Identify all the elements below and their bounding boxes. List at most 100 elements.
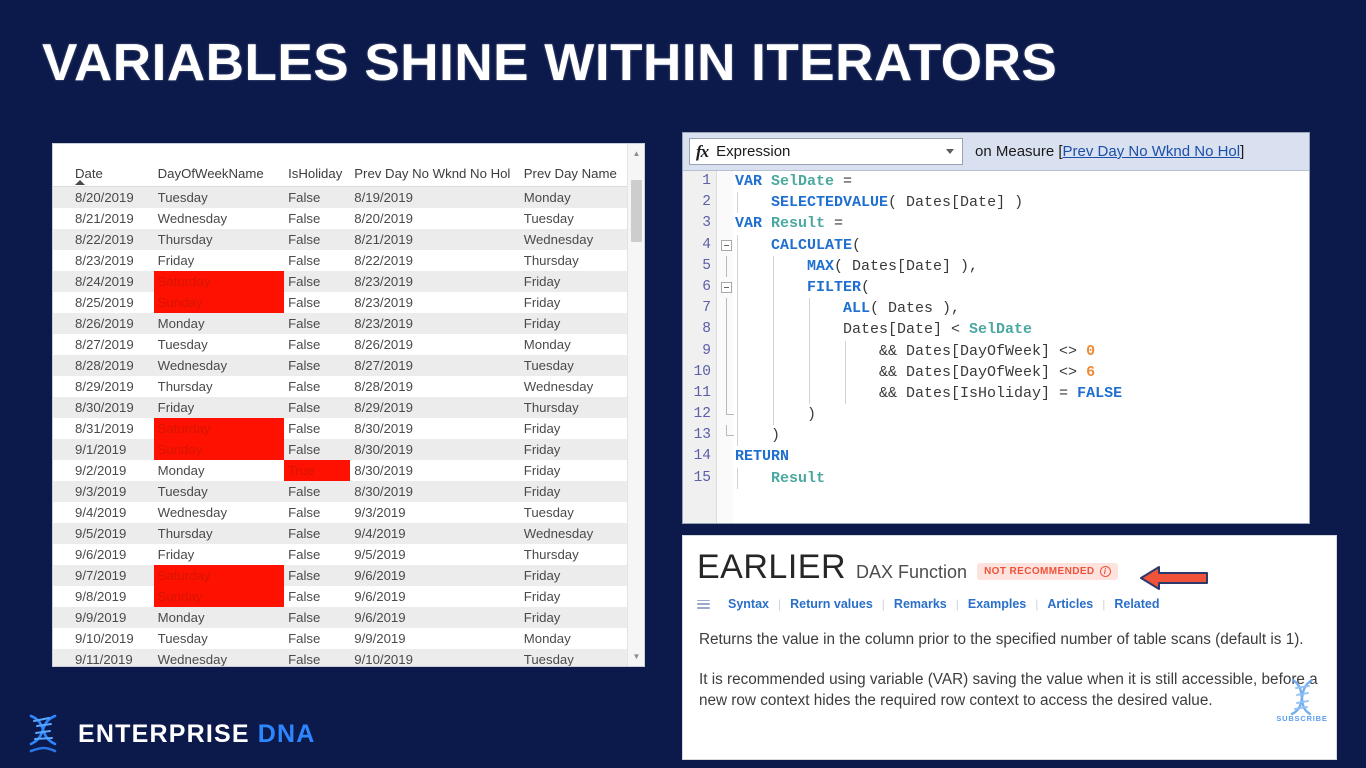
measure-name-link[interactable]: Prev Day No Wknd No Hol: [1063, 143, 1241, 160]
code-text: SELECTEDVALUE( Dates[Date] ): [771, 194, 1024, 212]
column-header-date[interactable]: Date: [53, 144, 154, 187]
scroll-down-icon[interactable]: ▼: [628, 648, 644, 665]
code-line[interactable]: 8 Dates[Date] < SelDate: [683, 319, 1309, 341]
cell-date: 9/2/2019: [75, 462, 127, 478]
code-line[interactable]: 5 MAX( Dates[Date] ),: [683, 255, 1309, 277]
subscribe-watermark[interactable]: SUBSCRIBE: [1270, 676, 1334, 728]
cell-isholiday: False: [284, 354, 351, 376]
fold-collapse-icon[interactable]: [721, 239, 732, 251]
code-line[interactable]: 10 && Dates[DayOfWeek] <> 6: [683, 361, 1309, 383]
cell-isholiday: False: [288, 504, 321, 520]
cell-date: 9/1/2019: [53, 438, 154, 460]
table-row[interactable]: 9/8/2019 Sunday False 9/6/2019 Friday: [53, 585, 627, 607]
line-number: 2: [702, 194, 711, 211]
doc-nav-articles[interactable]: Articles: [1038, 597, 1102, 611]
table-row[interactable]: 8/28/2019 Wednesday False 8/27/2019 Tuesday: [53, 354, 627, 376]
doc-nav-syntax[interactable]: Syntax: [719, 597, 778, 611]
table-row[interactable]: 8/31/2019 Saturday False 8/30/2019 Friday: [53, 417, 627, 439]
code-text: VAR SelDate =: [735, 173, 853, 190]
info-circle-icon[interactable]: i: [1099, 566, 1111, 577]
cell-prev-day: 9/6/2019: [350, 606, 520, 628]
table-row[interactable]: 8/23/2019 Friday False 8/22/2019 Thursday: [53, 250, 627, 271]
cell-prev-day: 8/22/2019: [354, 252, 413, 268]
cell-dayofweekname-highlighted: Sunday: [153, 585, 285, 607]
data-table-scroll-area[interactable]: Date DayOfWeekName IsHoliday Prev Day No…: [53, 144, 627, 666]
code-line[interactable]: 3 VAR Result =: [683, 213, 1309, 234]
table-row[interactable]: 9/1/2019 Sunday False 8/30/2019 Friday: [53, 438, 627, 460]
cell-date: 9/5/2019: [53, 522, 154, 544]
table-row[interactable]: 8/21/2019 Wednesday False 8/20/2019 Tuesday: [53, 208, 627, 229]
code-line[interactable]: 13 ): [683, 425, 1309, 447]
dax-guide-doc-panel: EARLIER DAX Function NOT RECOMMENDED i S…: [682, 535, 1337, 760]
table-row[interactable]: 9/5/2019 Thursday False 9/4/2019 Wednesday: [53, 522, 627, 544]
expression-dropdown[interactable]: fx Expression: [689, 138, 963, 165]
table-vertical-scrollbar[interactable]: ▲ ▼: [627, 144, 644, 666]
code-text: Result: [771, 469, 826, 487]
table-row[interactable]: 8/24/2019 Saturday False 8/23/2019 Friday: [53, 270, 627, 292]
doc-nav-related[interactable]: Related: [1105, 597, 1168, 611]
chevron-down-icon[interactable]: [946, 149, 954, 154]
cell-prev-day: 9/9/2019: [354, 630, 406, 646]
column-header-dayofweekname[interactable]: DayOfWeekName: [153, 144, 285, 187]
table-row[interactable]: 8/20/2019 Tuesday False 8/19/2019 Monday: [53, 186, 627, 208]
dax-editor-panel: fx Expression on Measure [Prev Day No Wk…: [682, 132, 1310, 524]
cell-date: 8/27/2019: [75, 336, 134, 352]
code-line[interactable]: 12 ): [683, 404, 1309, 426]
table-row[interactable]: 9/7/2019 Saturday False 9/6/2019 Friday: [53, 564, 627, 586]
code-line[interactable]: 9 && Dates[DayOfWeek] <> 0: [683, 340, 1309, 362]
hamburger-menu-icon[interactable]: [697, 599, 710, 609]
cell-dayofweekname: Friday: [157, 546, 195, 562]
line-number: 10: [693, 363, 711, 380]
cell-prev-day-name: Friday: [519, 606, 627, 628]
line-number: 9: [702, 342, 711, 359]
table-row[interactable]: 9/10/2019 Tuesday False 9/9/2019 Monday: [53, 628, 627, 649]
cell-prev-day: 9/5/2019: [354, 546, 406, 562]
table-row[interactable]: 9/4/2019 Wednesday False 9/3/2019 Tuesday: [53, 502, 627, 523]
code-line[interactable]: 15 Result: [683, 467, 1309, 489]
column-header-isholiday[interactable]: IsHoliday: [284, 144, 351, 187]
table-row[interactable]: 8/30/2019 Friday False 8/29/2019 Thursday: [53, 396, 627, 418]
doc-function-subtitle: DAX Function: [856, 562, 968, 582]
cell-prev-day-name: Tuesday: [519, 648, 627, 666]
cell-dayofweekname-highlighted: Sunday: [153, 291, 285, 313]
cell-dayofweekname: Monday: [153, 312, 285, 334]
doc-nav: Syntax | Return values | Remarks | Examp…: [683, 587, 1336, 611]
table-row[interactable]: 8/29/2019 Thursday False 8/28/2019 Wednesday: [53, 376, 627, 397]
doc-nav-remarks[interactable]: Remarks: [885, 597, 956, 611]
code-line[interactable]: 2 SELECTEDVALUE( Dates[Date] ): [683, 192, 1309, 214]
code-line[interactable]: 14 RETURN: [683, 446, 1309, 467]
fold-collapse-icon[interactable]: [721, 281, 732, 293]
table-row[interactable]: 9/6/2019 Friday False 9/5/2019 Thursday: [53, 544, 627, 565]
cell-prev-day: 8/23/2019: [350, 312, 520, 334]
code-line[interactable]: 7 ALL( Dates ),: [683, 298, 1309, 320]
brand-name-primary: ENTERPRISE: [78, 719, 250, 748]
table-row[interactable]: 8/25/2019 Sunday False 8/23/2019 Friday: [53, 291, 627, 313]
code-text: FILTER(: [807, 278, 871, 296]
table-row[interactable]: 8/26/2019 Monday False 8/23/2019 Friday: [53, 312, 627, 334]
table-row[interactable]: 9/3/2019 Tuesday False 8/30/2019 Friday: [53, 480, 627, 502]
cell-dayofweekname: Wednesday: [153, 354, 285, 376]
doc-nav-return-values[interactable]: Return values: [781, 597, 882, 611]
fold-guide: [726, 361, 727, 383]
column-header-prev-day-name[interactable]: Prev Day Name: [519, 144, 627, 187]
code-line[interactable]: 1 VAR SelDate =: [683, 171, 1309, 192]
table-row[interactable]: 9/11/2019 Wednesday False 9/10/2019 Tuesday: [53, 648, 627, 666]
table-row[interactable]: 9/2/2019 Monday True 8/30/2019 Friday: [53, 459, 627, 481]
doc-nav-examples[interactable]: Examples: [959, 597, 1035, 611]
dax-code-area[interactable]: 1 VAR SelDate = 2 SELECTEDVALUE( Dates[Dat…: [683, 171, 1309, 523]
cell-prev-day-name: Wednesday: [523, 378, 594, 394]
page-title: VARIABLES SHINE WITHIN ITERATORS: [42, 34, 1058, 92]
cell-prev-day-name: Friday: [523, 462, 561, 478]
code-line[interactable]: 4 CALCULATE(: [683, 234, 1309, 256]
code-line[interactable]: 11 && Dates[IsHoliday] = FALSE: [683, 382, 1309, 405]
table-row[interactable]: 8/27/2019 Tuesday False 8/26/2019 Monday: [53, 334, 627, 355]
code-line[interactable]: 6 FILTER(: [683, 276, 1309, 299]
cell-isholiday-highlighted: True: [284, 459, 351, 481]
doc-header: EARLIER DAX Function NOT RECOMMENDED i: [683, 536, 1336, 587]
table-row[interactable]: 9/9/2019 Monday False 9/6/2019 Friday: [53, 606, 627, 628]
scrollbar-thumb[interactable]: [631, 180, 642, 242]
scroll-up-icon[interactable]: ▲: [628, 145, 644, 162]
table-row[interactable]: 8/22/2019 Thursday False 8/21/2019 Wednesday: [53, 228, 627, 250]
line-number: 6: [702, 278, 711, 295]
column-header-prev-day-no-wknd-no-hol[interactable]: Prev Day No Wknd No Hol: [350, 144, 520, 187]
